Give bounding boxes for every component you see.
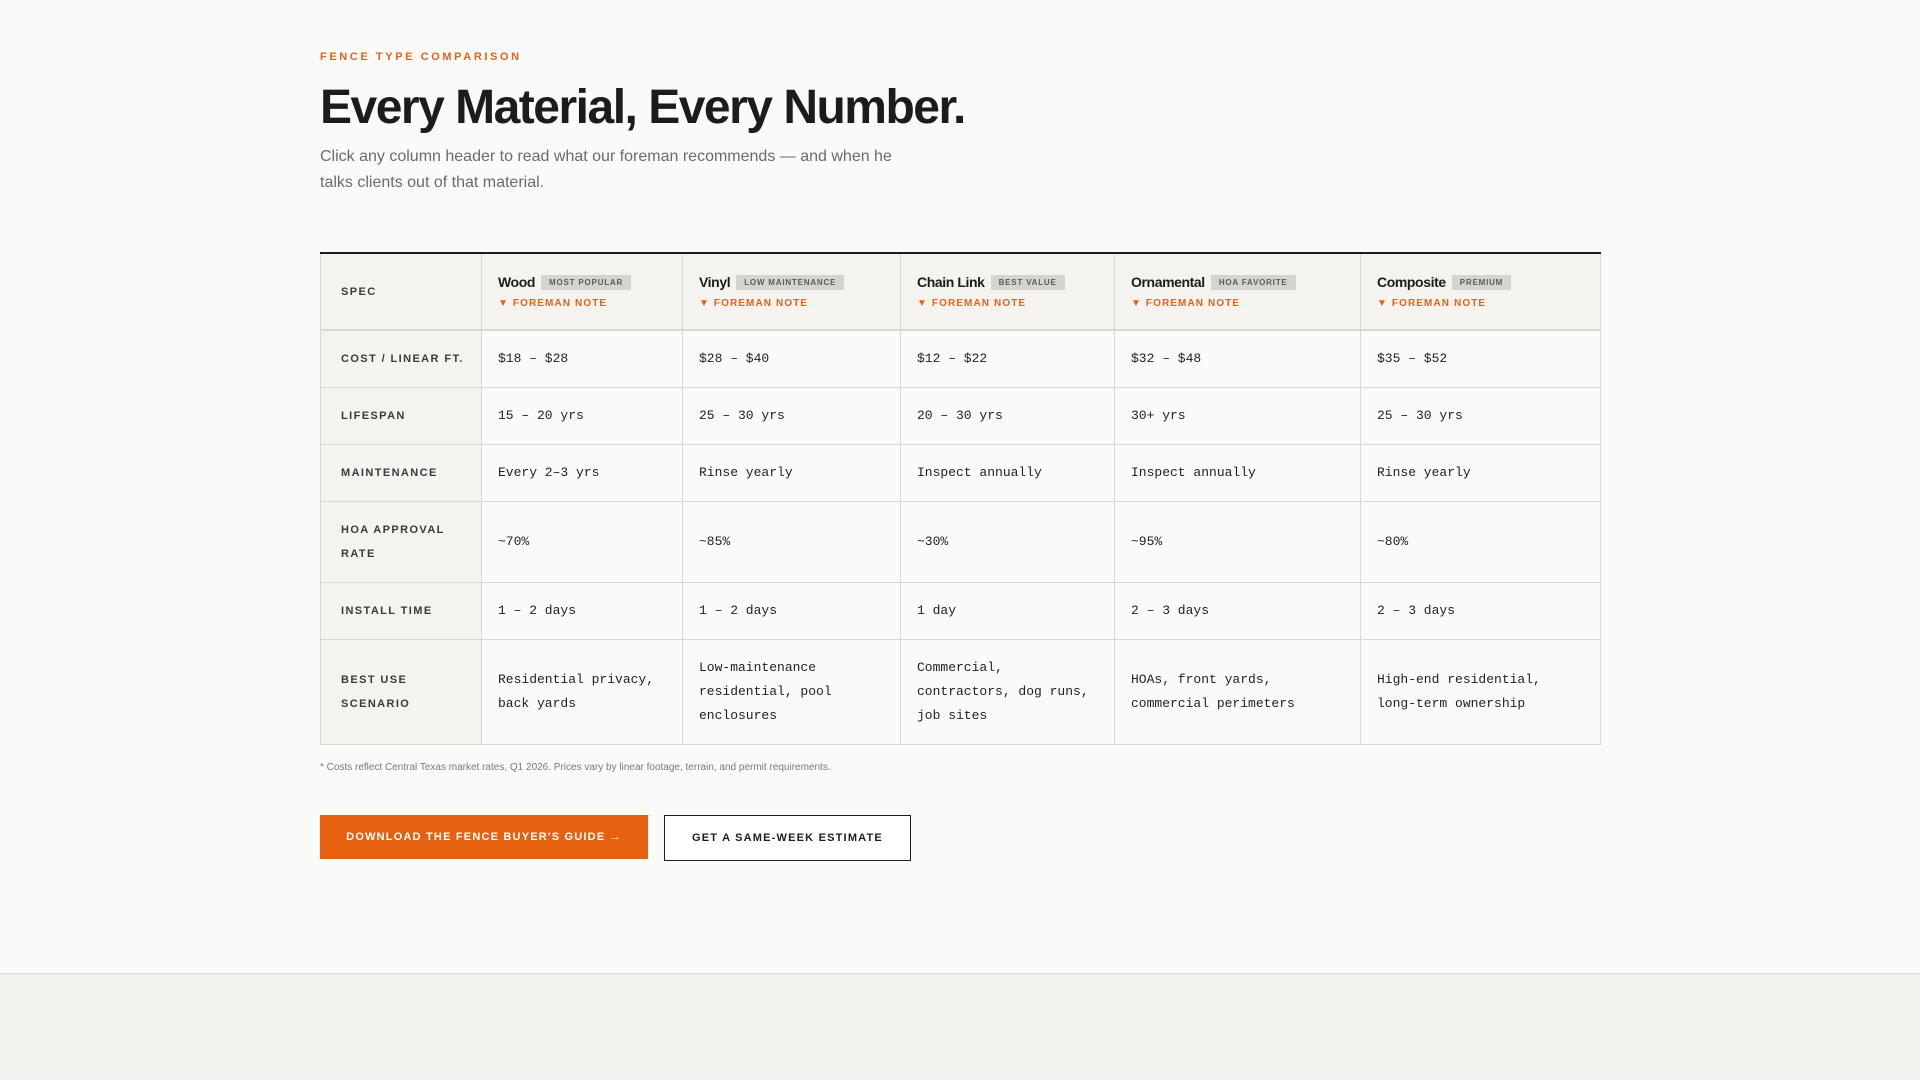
table-cell: ~85% <box>682 500 901 583</box>
table-cell: Low-maintenance residential, pool enclos… <box>682 638 901 745</box>
column-badge: LOW MAINTENANCE <box>736 275 845 290</box>
table-cell: $18 – $28 <box>481 329 683 388</box>
column-badge: MOST POPULAR <box>541 275 632 290</box>
column-name: Wood <box>498 274 536 290</box>
row-label: LIFESPAN <box>320 386 482 445</box>
table-cell: ~95% <box>1114 500 1361 583</box>
table-cell: 25 – 30 yrs <box>1360 386 1601 445</box>
pricing-footnote: * Costs reflect Central Texas market rat… <box>320 762 831 773</box>
column-header-vinyl[interactable]: Vinyl LOW MAINTENANCE ▼ FOREMAN NOTE <box>682 252 901 331</box>
table-row-cost: COST / LINEAR FT. $18 – $28 $28 – $40 $1… <box>320 329 1601 388</box>
table-cell: Commercial, contractors, dog runs, job s… <box>900 638 1115 745</box>
column-badge: PREMIUM <box>1451 275 1512 290</box>
table-cell: $35 – $52 <box>1360 329 1601 388</box>
table-cell: 2 – 3 days <box>1360 581 1601 640</box>
table-cell: Rinse yearly <box>682 443 901 502</box>
table-row-best-use: BEST USE SCENARIO Residential privacy, b… <box>320 638 1601 745</box>
table-row-maintenance: MAINTENANCE Every 2–3 yrs Rinse yearly I… <box>320 443 1601 502</box>
column-name: Ornamental <box>1131 274 1205 290</box>
download-guide-button[interactable]: DOWNLOAD THE FENCE BUYER'S GUIDE → <box>320 815 648 859</box>
table-cell: 1 – 2 days <box>682 581 901 640</box>
table-cell: ~80% <box>1360 500 1601 583</box>
table-cell: $12 – $22 <box>900 329 1115 388</box>
row-label: BEST USE SCENARIO <box>320 638 482 745</box>
table-cell: High-end residential, long-term ownershi… <box>1360 638 1601 745</box>
fence-comparison-table: SPEC Wood MOST POPULAR ▼ FOREMAN NOTE Vin… <box>320 252 1601 745</box>
section-eyebrow: FENCE TYPE COMPARISON <box>320 51 522 63</box>
table-cell: $32 – $48 <box>1114 329 1361 388</box>
table-row-install-time: INSTALL TIME 1 – 2 days 1 – 2 days 1 day… <box>320 581 1601 640</box>
table-cell: 30+ yrs <box>1114 386 1361 445</box>
column-name: Chain Link <box>917 274 985 290</box>
page-title: Every Material, Every Number. <box>320 81 966 134</box>
foreman-note-toggle[interactable]: ▼ FOREMAN NOTE <box>699 298 884 309</box>
foreman-note-toggle[interactable]: ▼ FOREMAN NOTE <box>498 298 666 309</box>
foreman-note-toggle[interactable]: ▼ FOREMAN NOTE <box>1131 298 1344 309</box>
table-cell: 2 – 3 days <box>1114 581 1361 640</box>
column-badge: HOA FAVORITE <box>1210 275 1296 290</box>
column-header-composite[interactable]: Composite PREMIUM ▼ FOREMAN NOTE <box>1360 252 1601 331</box>
table-cell: 20 – 30 yrs <box>900 386 1115 445</box>
table-cell: 25 – 30 yrs <box>682 386 901 445</box>
table-cell: HOAs, front yards, commercial perimeters <box>1114 638 1361 745</box>
column-header-wood[interactable]: Wood MOST POPULAR ▼ FOREMAN NOTE <box>481 252 683 331</box>
foreman-note-toggle[interactable]: ▼ FOREMAN NOTE <box>1377 298 1584 309</box>
spec-column-header: SPEC <box>320 252 482 331</box>
table-cell: Inspect annually <box>1114 443 1361 502</box>
foreman-note-toggle[interactable]: ▼ FOREMAN NOTE <box>917 298 1098 309</box>
column-header-ornamental[interactable]: Ornamental HOA FAVORITE ▼ FOREMAN NOTE <box>1114 252 1361 331</box>
table-header-row: SPEC Wood MOST POPULAR ▼ FOREMAN NOTE Vin… <box>320 252 1601 331</box>
row-label: MAINTENANCE <box>320 443 482 502</box>
row-label: HOA APPROVAL RATE <box>320 500 482 583</box>
table-cell: 15 – 20 yrs <box>481 386 683 445</box>
table-cell: Rinse yearly <box>1360 443 1601 502</box>
column-name: Composite <box>1377 274 1446 290</box>
column-header-chain-link[interactable]: Chain Link BEST VALUE ▼ FOREMAN NOTE <box>900 252 1115 331</box>
table-row-hoa-approval: HOA APPROVAL RATE ~70% ~85% ~30% ~95% ~8… <box>320 500 1601 583</box>
table-row-lifespan: LIFESPAN 15 – 20 yrs 25 – 30 yrs 20 – 30… <box>320 386 1601 445</box>
page-subtitle: Click any column header to read what our… <box>320 148 892 191</box>
table-cell: ~30% <box>900 500 1115 583</box>
table-cell: Every 2–3 yrs <box>481 443 683 502</box>
table-cell: Residential privacy, back yards <box>481 638 683 745</box>
table-cell: 1 – 2 days <box>481 581 683 640</box>
table-cell: ~70% <box>481 500 683 583</box>
get-estimate-button[interactable]: GET A SAME-WEEK ESTIMATE <box>664 815 911 861</box>
footer-band <box>0 973 1920 1080</box>
row-label: COST / LINEAR FT. <box>320 329 482 388</box>
table-cell: $28 – $40 <box>682 329 901 388</box>
table-cell: 1 day <box>900 581 1115 640</box>
row-label: INSTALL TIME <box>320 581 482 640</box>
column-badge: BEST VALUE <box>990 275 1065 290</box>
column-name: Vinyl <box>699 274 731 290</box>
table-cell: Inspect annually <box>900 443 1115 502</box>
